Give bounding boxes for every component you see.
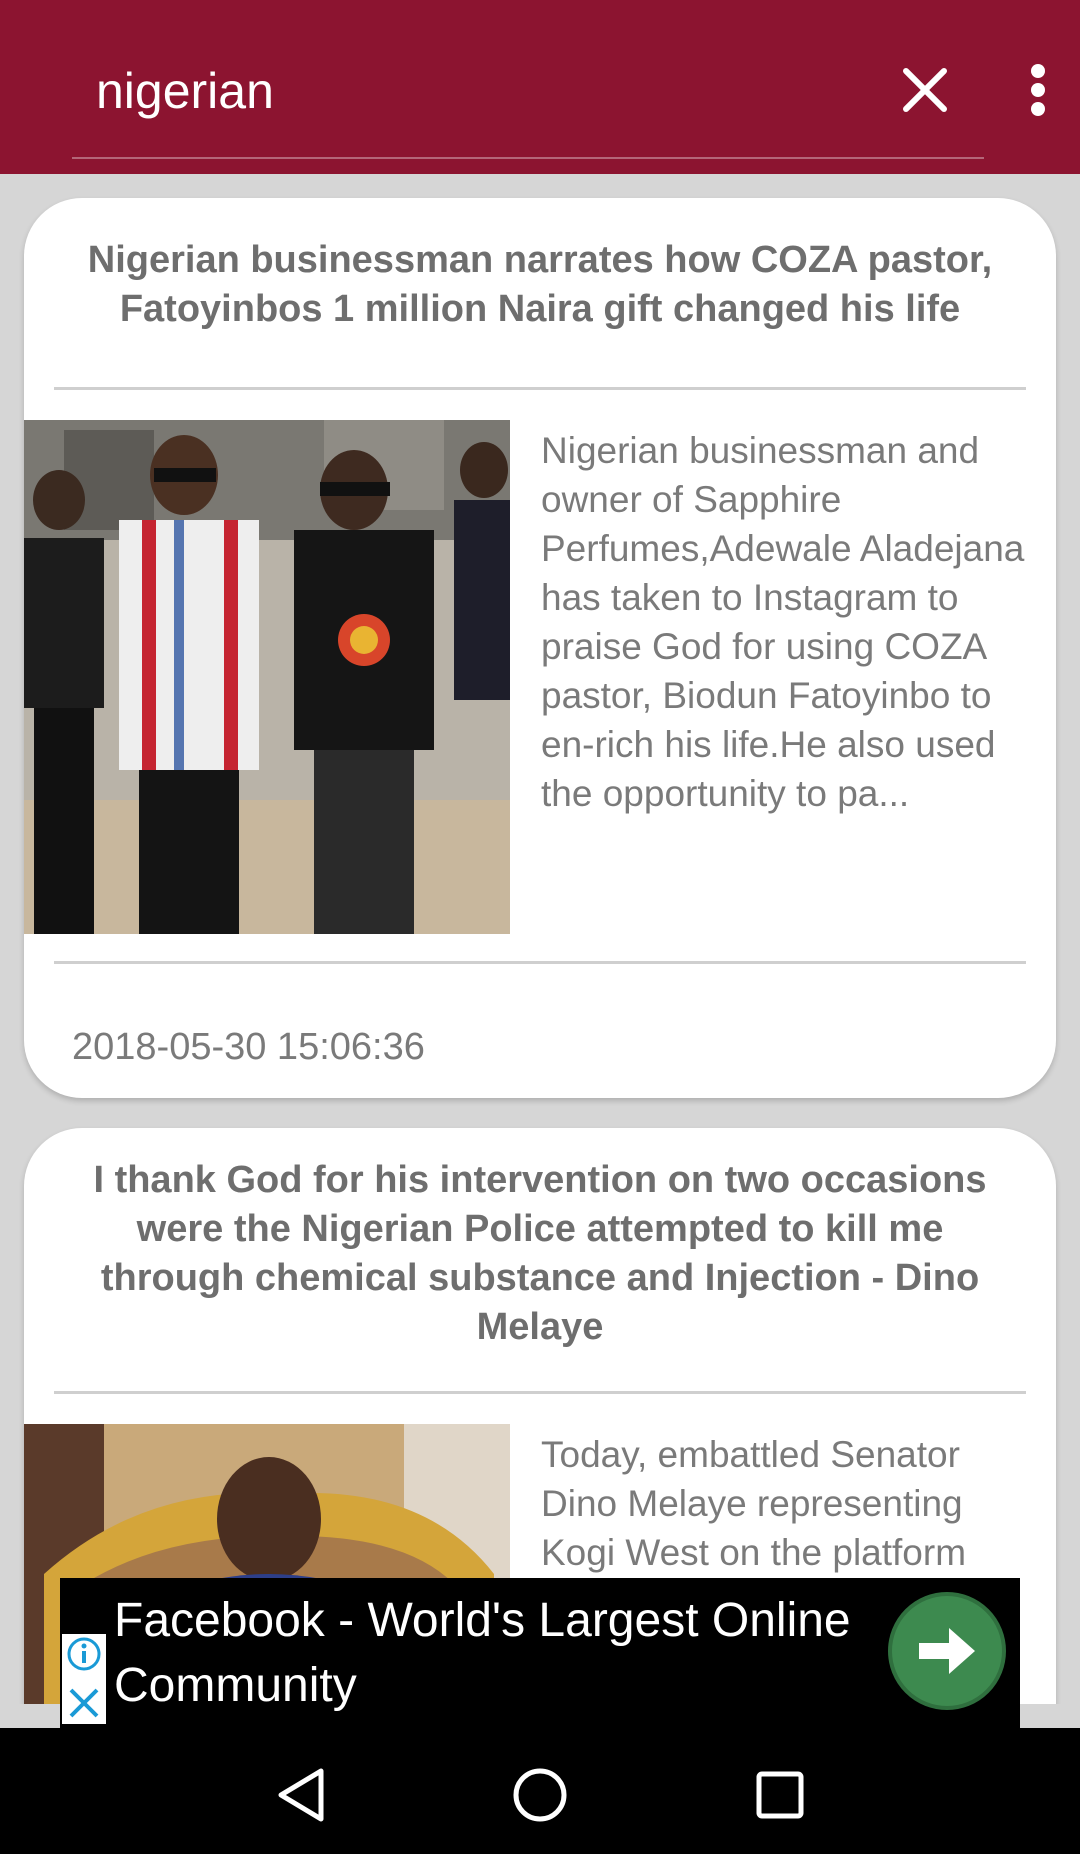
arrow-right-icon [919, 1628, 975, 1674]
system-nav-bar [0, 1728, 1080, 1854]
search-input[interactable]: nigerian [96, 56, 274, 126]
ad-headline[interactable]: Facebook - World's Largest Online Commun… [114, 1588, 854, 1718]
overflow-menu-button[interactable] [1016, 54, 1060, 126]
article-photo [24, 420, 510, 934]
clear-search-button[interactable] [890, 58, 960, 122]
more-vert-icon [1031, 64, 1045, 116]
article-feed[interactable]: Nigerian businessman narrates how COZA p… [0, 174, 1080, 1704]
close-icon [69, 1688, 99, 1718]
article-excerpt[interactable]: Today, embattled Senator Dino Melaye rep… [541, 1430, 1032, 1577]
nav-home-button[interactable] [495, 1750, 585, 1840]
ad-cta-button[interactable] [888, 1592, 1006, 1710]
ad-choices-badge[interactable] [62, 1634, 106, 1724]
divider [54, 387, 1026, 390]
info-icon [67, 1637, 101, 1671]
divider [54, 961, 1026, 964]
article-timestamp: 2018-05-30 15:06:36 [72, 1026, 425, 1068]
ad-choices-graphic [67, 1637, 101, 1718]
divider [54, 1391, 1026, 1394]
article-card[interactable]: Nigerian businessman narrates how COZA p… [24, 198, 1056, 1098]
article-excerpt[interactable]: Nigerian businessman and owner of Sapphi… [541, 426, 1032, 818]
recents-square-icon [756, 1771, 804, 1819]
back-triangle-icon [278, 1768, 324, 1822]
article-image[interactable] [24, 420, 510, 934]
article-title[interactable]: I thank God for his intervention on two … [64, 1156, 1016, 1352]
nav-recents-button[interactable] [735, 1750, 825, 1840]
search-app-bar: nigerian [0, 0, 1080, 174]
search-underline [72, 157, 984, 159]
nav-back-button[interactable] [256, 1750, 346, 1840]
close-icon [903, 68, 947, 112]
home-circle-icon [513, 1768, 567, 1822]
article-title[interactable]: Nigerian businessman narrates how COZA p… [64, 236, 1016, 334]
ad-banner[interactable]: Facebook - World's Largest Online Commun… [60, 1578, 1020, 1728]
